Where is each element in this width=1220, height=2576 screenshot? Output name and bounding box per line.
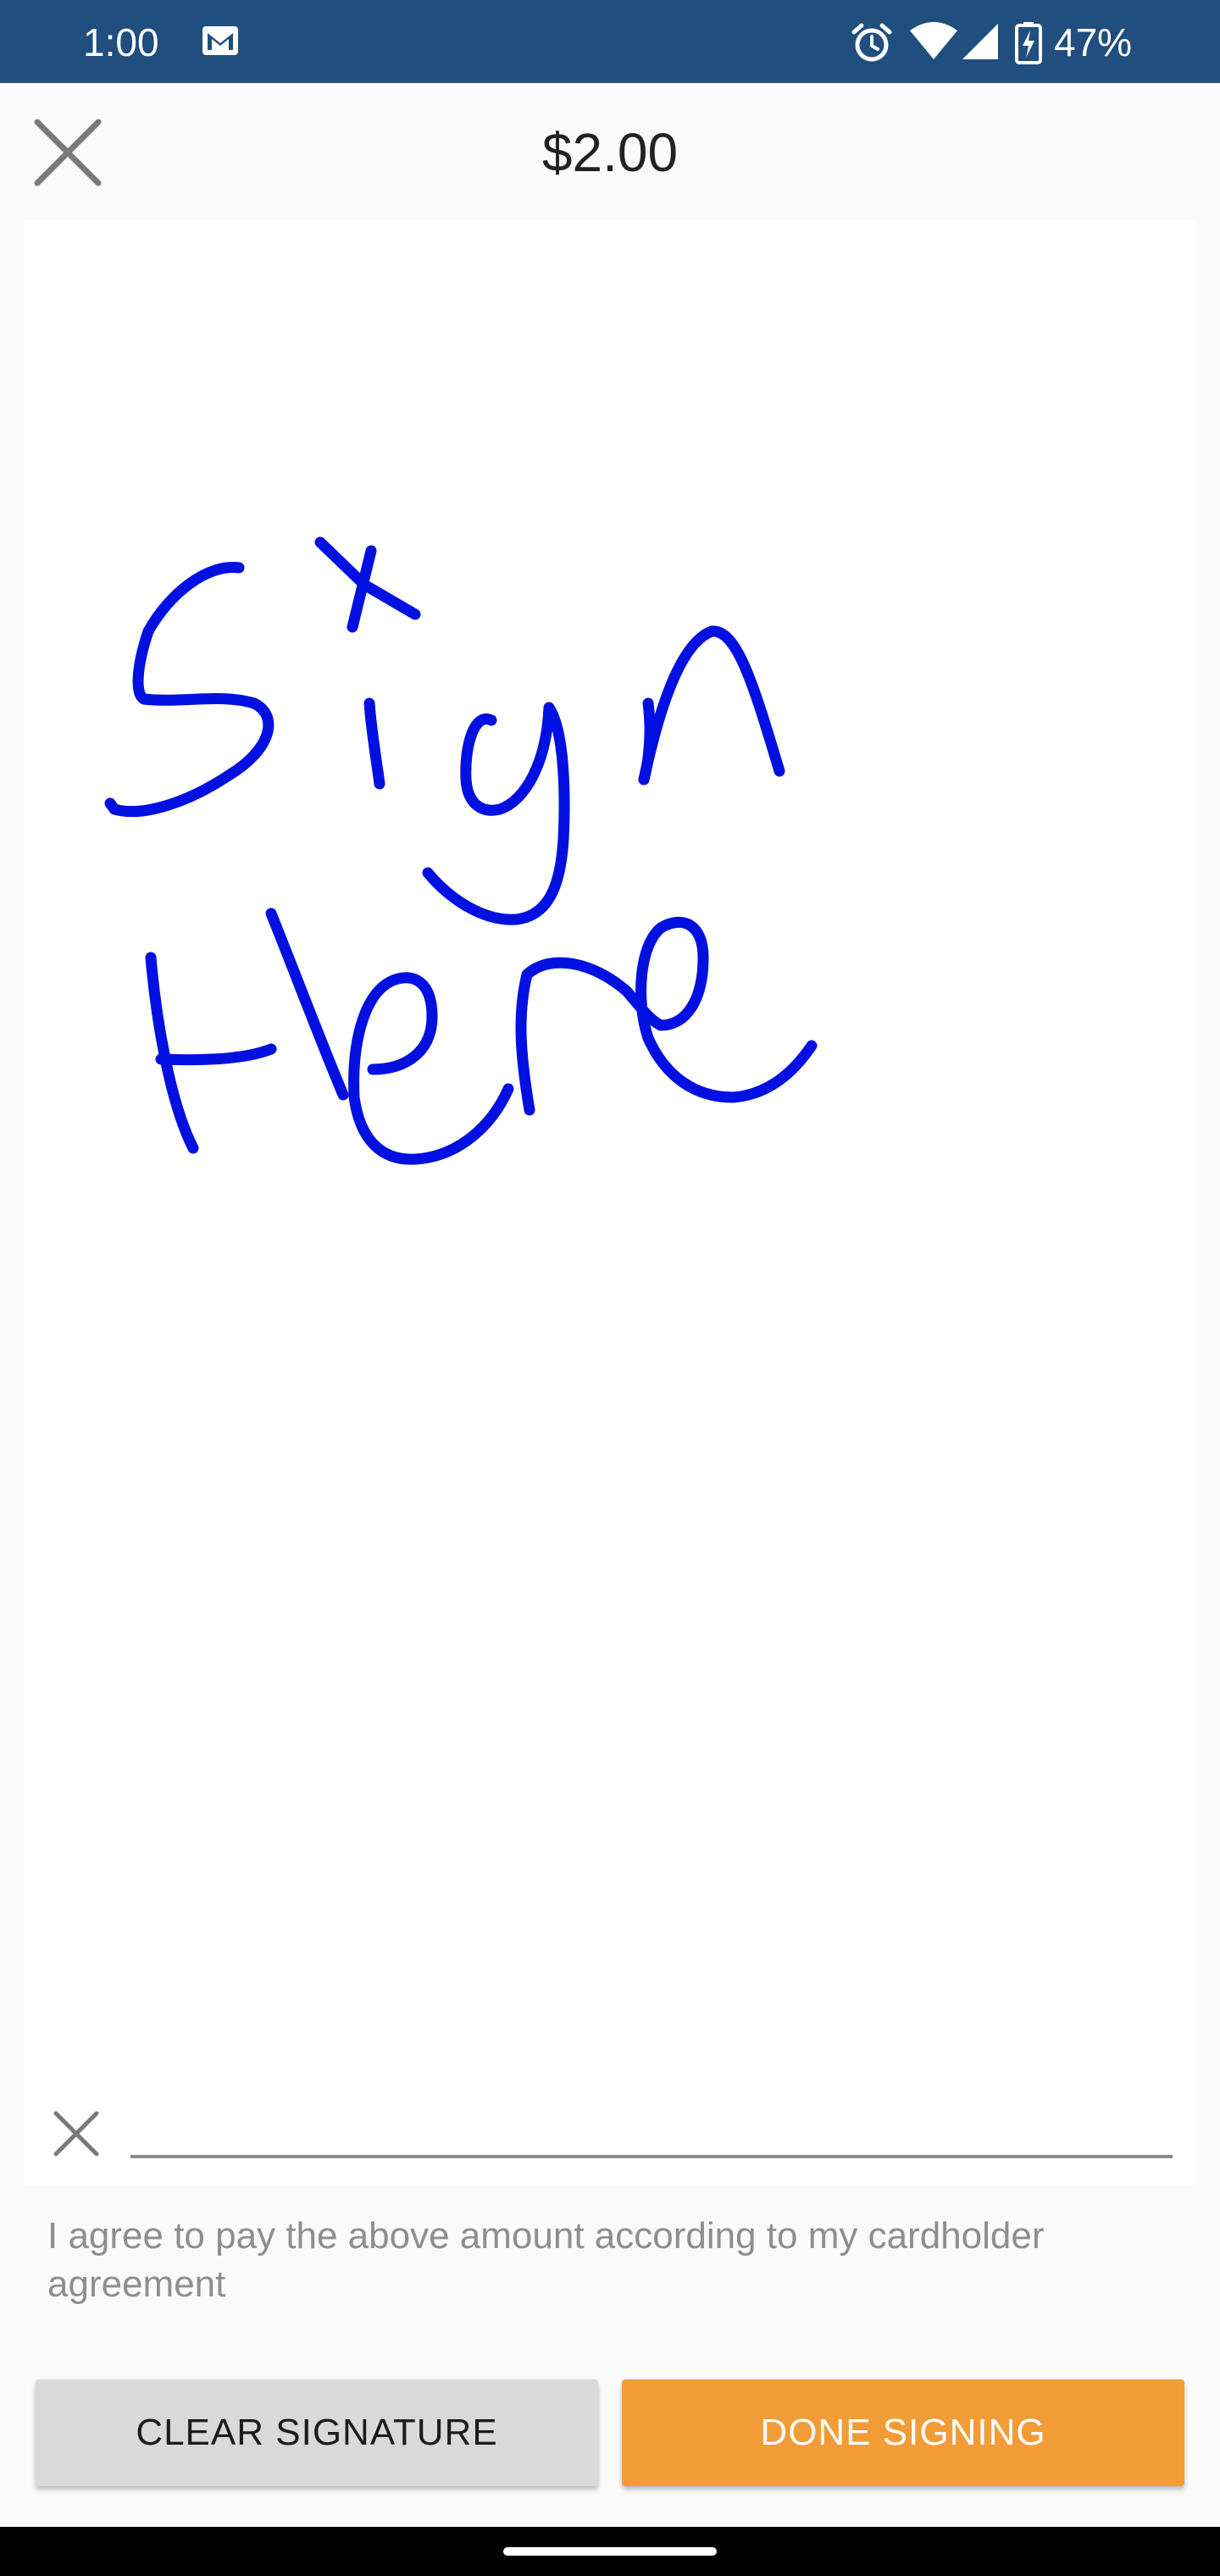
clear-signature-button[interactable]: CLEAR SIGNATURE — [36, 2379, 598, 2486]
navigation-bar — [0, 2527, 1220, 2576]
signature-pad[interactable] — [24, 220, 1196, 2185]
sign-line-x-icon — [53, 2111, 99, 2157]
alarm-icon — [851, 23, 892, 62]
signature-line — [130, 2155, 1173, 2158]
app-header: $2.00 — [0, 83, 1220, 220]
battery-charging-icon — [1015, 22, 1042, 64]
wifi-icon — [910, 22, 957, 59]
gmail-icon — [202, 26, 238, 55]
status-bar: 1:00 47% — [0, 0, 1220, 83]
cell-signal-icon — [962, 24, 998, 59]
agreement-text: I agree to pay the above amount accordin… — [47, 2215, 1045, 2305]
signature-drawing — [104, 536, 818, 1165]
home-gesture-handle[interactable] — [503, 2547, 717, 2556]
battery-percent: 47% — [1054, 20, 1133, 64]
status-time: 1:00 — [83, 20, 159, 64]
payment-amount: $2.00 — [541, 122, 679, 183]
done-signing-button[interactable]: DONE SIGNING — [622, 2379, 1184, 2486]
